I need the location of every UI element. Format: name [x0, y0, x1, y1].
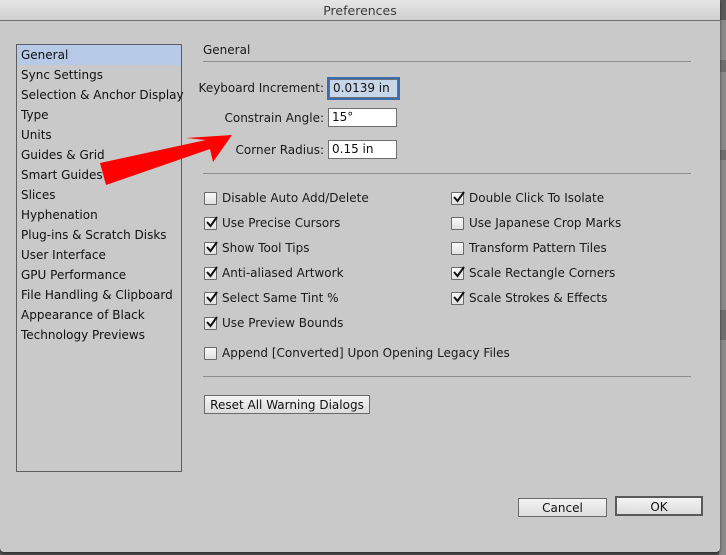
keyboard-increment-input[interactable]: [327, 77, 400, 100]
checkbox-label: Disable Auto Add/Delete: [222, 191, 369, 205]
section-divider: [203, 61, 691, 62]
checkbox-use-preview-bounds[interactable]: Use Preview Bounds: [204, 314, 343, 332]
checkbox-label: Use Precise Cursors: [222, 216, 341, 230]
ok-button[interactable]: OK: [615, 496, 703, 516]
checkbox-label: Append [Converted] Upon Opening Legacy F…: [222, 346, 510, 360]
background-panel-segment: [719, 60, 726, 72]
sidebar-item-smart-guides[interactable]: Smart Guides: [17, 165, 181, 185]
checkbox-show-tool-tips[interactable]: Show Tool Tips: [204, 239, 309, 257]
checkmark-icon: [206, 215, 218, 228]
section-title: General: [203, 43, 251, 57]
checkbox-use-japanese-crop-marks[interactable]: Use Japanese Crop Marks: [451, 214, 621, 232]
sidebar-item-file-handling-clipboard[interactable]: File Handling & Clipboard: [17, 285, 181, 305]
preferences-dialog: Preferences General Sync Settings Selectio…: [0, 0, 720, 552]
keyboard-increment-row: Keyboard Increment:: [198, 78, 324, 98]
keyboard-increment-label: Keyboard Increment:: [198, 81, 324, 95]
sidebar-item-gpu-performance[interactable]: GPU Performance: [17, 265, 181, 285]
checkbox-label: Use Preview Bounds: [222, 316, 344, 330]
checkbox-box[interactable]: [451, 265, 465, 280]
checkmark-icon: [453, 190, 465, 203]
window-title: Preferences: [0, 0, 720, 21]
checkbox-transform-pattern-tiles[interactable]: Transform Pattern Tiles: [451, 239, 607, 257]
sidebar-item-slices[interactable]: Slices: [17, 185, 181, 205]
sidebar-item-selection-anchor-display[interactable]: Selection & Anchor Display: [17, 85, 184, 105]
sidebar-item-technology-previews[interactable]: Technology Previews: [17, 325, 181, 345]
checkbox-box[interactable]: [204, 290, 218, 305]
cancel-button[interactable]: Cancel: [518, 498, 607, 517]
sidebar-item-sync-settings[interactable]: Sync Settings: [17, 65, 181, 85]
checkbox-label: Scale Rectangle Corners: [469, 266, 616, 280]
sidebar-item-general[interactable]: General: [17, 45, 181, 65]
checkbox-label: Show Tool Tips: [222, 241, 310, 255]
checkbox-box[interactable]: [451, 241, 464, 255]
checkbox-box[interactable]: [204, 240, 218, 255]
corner-radius-input[interactable]: [328, 140, 397, 159]
sidebar-item-plug-ins-scratch-disks[interactable]: Plug-ins & Scratch Disks: [17, 225, 181, 245]
checkmark-icon: [206, 240, 218, 253]
checkbox-label: Anti-aliased Artwork: [222, 266, 344, 280]
preferences-category-list[interactable]: General Sync Settings Selection & Anchor D…: [16, 44, 184, 472]
checkbox-box[interactable]: [451, 190, 465, 205]
sidebar-item-guides-grid[interactable]: Guides & Grid: [17, 145, 181, 165]
checkbox-scale-rectangle-corners[interactable]: Scale Rectangle Corners: [451, 264, 615, 282]
append-converted-checkbox[interactable]: Append [Converted] Upon Opening Legacy F…: [204, 344, 510, 362]
checkbox-box[interactable]: [451, 216, 464, 230]
sidebar-item-hyphenation[interactable]: Hyphenation: [17, 205, 181, 225]
reset-warning-dialogs-button[interactable]: Reset All Warning Dialogs: [204, 395, 370, 414]
checkbox-anti-aliased-artwork[interactable]: Anti-aliased Artwork: [204, 264, 344, 282]
checkmark-icon: [206, 315, 218, 328]
checkbox-label: Use Japanese Crop Marks: [469, 216, 622, 230]
checkbox-disable-auto-add-delete[interactable]: Disable Auto Add/Delete: [204, 189, 369, 207]
checkbox-box[interactable]: [204, 346, 217, 360]
checkbox-label: Double Click To Isolate: [469, 191, 605, 205]
background-panel-segment: [719, 150, 726, 160]
checkbox-label: Scale Strokes & Effects: [469, 291, 608, 305]
sidebar-item-user-interface[interactable]: User Interface: [17, 245, 181, 265]
checkbox-box[interactable]: [204, 265, 218, 280]
sidebar-item-units[interactable]: Units: [17, 125, 181, 145]
constrain-angle-label: Constrain Angle:: [224, 111, 324, 125]
checkbox-box[interactable]: [204, 191, 217, 205]
divider: [203, 376, 691, 377]
constrain-angle-input[interactable]: [328, 108, 397, 127]
checkmark-icon: [453, 290, 465, 303]
corner-radius-row: Corner Radius:: [200, 140, 324, 160]
corner-radius-label: Corner Radius:: [235, 143, 324, 157]
background-panel-segment: [719, 310, 726, 340]
divider: [203, 173, 691, 174]
background-app-strip: [719, 20, 726, 555]
checkbox-box[interactable]: [451, 290, 465, 305]
checkbox-scale-strokes-effects[interactable]: Scale Strokes & Effects: [451, 289, 607, 307]
checkbox-double-click-to-isolate[interactable]: Double Click To Isolate: [451, 189, 604, 207]
checkbox-label: Transform Pattern Tiles: [469, 241, 607, 255]
checkmark-icon: [453, 265, 465, 278]
sidebar-item-appearance-of-black[interactable]: Appearance of Black: [17, 305, 181, 325]
constrain-angle-row: Constrain Angle:: [200, 108, 324, 128]
checkbox-label: Select Same Tint %: [222, 291, 339, 305]
checkbox-box[interactable]: [204, 215, 218, 230]
sidebar-item-type[interactable]: Type: [17, 105, 181, 125]
checkmark-icon: [206, 265, 218, 278]
checkmark-icon: [206, 290, 218, 303]
checkbox-use-precise-cursors[interactable]: Use Precise Cursors: [204, 214, 340, 232]
checkbox-box[interactable]: [204, 315, 218, 330]
checkbox-select-same-tint[interactable]: Select Same Tint %: [204, 289, 339, 307]
